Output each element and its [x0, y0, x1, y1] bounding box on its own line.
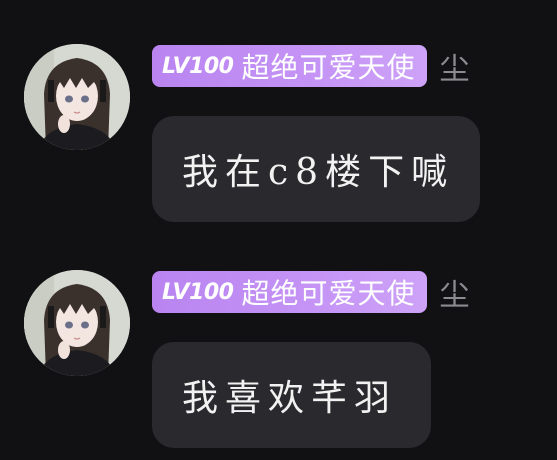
badge-title: 超绝可爱天使 [241, 277, 416, 310]
username[interactable]: 尘 [439, 44, 469, 88]
message-bubble[interactable]: 我在c8楼下喊 [152, 116, 480, 222]
message-header: LV100 超绝可爱天使 尘 [152, 270, 469, 314]
level-label: LV100 [162, 53, 234, 79]
badge-title: 超绝可爱天使 [241, 51, 416, 84]
avatar-image [24, 44, 130, 150]
message-text: 我喜欢芊羽 [182, 378, 398, 419]
level-label: LV100 [162, 279, 234, 305]
username[interactable]: 尘 [439, 270, 469, 314]
chat-message: LV100 超绝可爱天使 尘 我在c8楼下喊 [0, 0, 557, 222]
avatar-image [24, 270, 130, 376]
level-badge[interactable]: LV100 超绝可爱天使 [152, 271, 428, 313]
level-badge[interactable]: LV100 超绝可爱天使 [152, 45, 428, 87]
message-header: LV100 超绝可爱天使 尘 [152, 44, 469, 88]
avatar[interactable] [24, 270, 130, 376]
message-bubble[interactable]: 我喜欢芊羽 [152, 342, 431, 448]
message-text: 我在c8楼下喊 [182, 152, 455, 193]
avatar[interactable] [24, 44, 130, 150]
chat-view: LV100 超绝可爱天使 尘 我在c8楼下喊 LV100 超绝可爱天使 尘 我喜… [0, 0, 557, 460]
chat-message: LV100 超绝可爱天使 尘 我喜欢芊羽 [0, 226, 557, 448]
